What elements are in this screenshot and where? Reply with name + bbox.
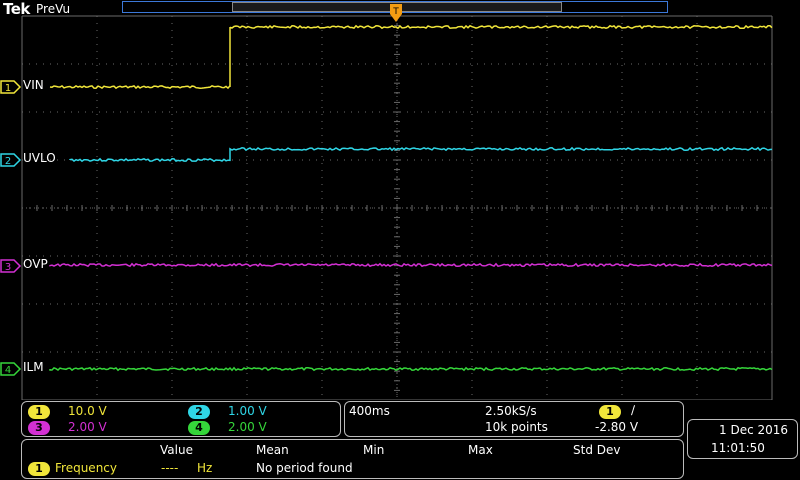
graticule [21, 15, 773, 400]
meas-header-stddev: Std Dev [573, 443, 621, 457]
record-length: 10k points [485, 420, 548, 434]
ch1-badge[interactable]: 1 [28, 405, 50, 419]
meas-header-mean: Mean [256, 443, 289, 457]
ch2-scale[interactable]: 1.00 V [228, 404, 267, 418]
time-display: 11:01:50 [711, 441, 765, 455]
meas-name: Frequency [55, 461, 117, 475]
sample-rate: 2.50kS/s [485, 404, 537, 418]
meas-header-min: Min [363, 443, 385, 457]
ch3-marker[interactable]: 3 [0, 259, 22, 273]
trigger-marker-label: T [392, 7, 399, 17]
ch1-trace [49, 24, 773, 90]
timebase-trigger-panel[interactable]: 400ms 2.50kS/s 10k points 1 ∕ -2.80 V [344, 401, 684, 437]
measurements-panel[interactable]: Value Mean Min Max Std Dev 1 Frequency -… [21, 439, 684, 479]
svg-text:2: 2 [5, 156, 11, 167]
svg-text:1: 1 [5, 83, 11, 94]
ch3-badge[interactable]: 3 [28, 421, 50, 435]
svg-text:3: 3 [5, 262, 11, 273]
trigger-level[interactable]: -2.80 V [595, 420, 638, 434]
ch4-marker[interactable]: 4 [0, 362, 22, 376]
ch1-scale[interactable]: 10.0 V [68, 404, 107, 418]
ch3-scale[interactable]: 2.00 V [68, 420, 107, 434]
waveform-traces [49, 24, 773, 372]
ch2-badge[interactable]: 2 [188, 405, 210, 419]
ch3-label: OVP [23, 257, 48, 271]
ch4-label: ILM [23, 360, 44, 374]
meas-header-value: Value [160, 443, 193, 457]
svg-text:4: 4 [5, 365, 11, 376]
meas-unit: Hz [197, 461, 213, 475]
ch2-marker[interactable]: 2 [0, 153, 22, 167]
date-display: 1 Dec 2016 [719, 423, 789, 437]
meas-mean: No period found [256, 461, 353, 475]
ch1-marker[interactable]: 1 [0, 80, 22, 94]
trigger-position-marker[interactable]: T [390, 4, 402, 22]
ch4-badge[interactable]: 4 [188, 421, 210, 435]
ch4-trace [49, 366, 773, 372]
ch4-scale[interactable]: 2.00 V [228, 420, 267, 434]
waveform-display[interactable]: T [0, 0, 800, 400]
ch1-label: VIN [23, 78, 44, 92]
trigger-slope-icon[interactable]: ∕ [631, 403, 635, 417]
ch2-label: UVLO [23, 151, 56, 165]
meas-header-max: Max [468, 443, 493, 457]
meas-value: ---- [161, 461, 179, 475]
trigger-source-badge[interactable]: 1 [599, 405, 621, 419]
horizontal-scale[interactable]: 400ms [349, 404, 390, 418]
channel-settings-panel[interactable]: 1 10.0 V 2 1.00 V 3 2.00 V 4 2.00 V [21, 401, 341, 437]
datetime-panel: 1 Dec 2016 11:01:50 [687, 419, 798, 459]
ch3-trace [49, 262, 773, 268]
meas-source-badge: 1 [28, 462, 50, 476]
ch2-trace [69, 146, 773, 163]
